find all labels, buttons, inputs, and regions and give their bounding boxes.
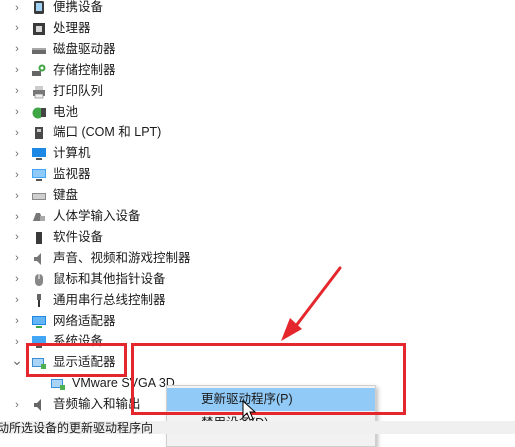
speaker-icon [31, 251, 47, 266]
device-category-item[interactable]: › 键盘 [0, 185, 515, 206]
device-label: 键盘 [53, 188, 79, 203]
chevron-right-icon[interactable]: › [12, 394, 22, 415]
device-label: 存储控制器 [53, 62, 116, 77]
device-label: 电池 [53, 104, 79, 119]
device-category-item[interactable]: › 鼠标和其他指针设备 [0, 269, 515, 290]
device-category-item[interactable]: › 计算机 [0, 143, 515, 164]
device-category-item[interactable]: › 网络适配器 [0, 311, 515, 332]
mouse-icon [31, 272, 47, 287]
chevron-right-icon[interactable]: › [12, 164, 22, 185]
device-category-item[interactable]: › 人体学输入设备 [0, 206, 515, 227]
device-label: 处理器 [53, 20, 91, 35]
device-label: 音频输入和输出 [53, 397, 141, 412]
chevron-right-icon[interactable]: › [12, 39, 22, 60]
device-label: 磁盘驱动器 [53, 41, 116, 56]
device-label: 监视器 [53, 167, 91, 182]
device-category-item[interactable]: › 磁盘驱动器 [0, 39, 515, 60]
audio-io-icon [31, 397, 47, 412]
chevron-right-icon[interactable]: › [12, 60, 22, 81]
device-label: 软件设备 [53, 229, 104, 244]
highlight-box-context-menu [131, 343, 406, 415]
chevron-right-icon[interactable]: › [12, 143, 22, 164]
processor-icon [31, 21, 47, 36]
monitor-icon [31, 167, 47, 182]
computer-icon [31, 146, 47, 161]
chevron-right-icon[interactable]: › [12, 185, 22, 206]
chevron-right-icon[interactable]: › [12, 18, 22, 39]
chevron-down-icon[interactable]: ⌄ [11, 350, 23, 371]
device-category-item[interactable]: › 电池 [0, 102, 515, 123]
chevron-right-icon[interactable]: › [12, 269, 22, 290]
status-text: 动所选设备的更新驱动程序向 [0, 421, 154, 435]
device-label: 端口 (COM 和 LPT) [53, 125, 162, 140]
device-category-item[interactable]: › 存储控制器 [0, 60, 515, 81]
software-device-icon [31, 230, 47, 245]
device-category-item[interactable]: › 端口 (COM 和 LPT) [0, 122, 515, 143]
device-label: 计算机 [53, 146, 91, 161]
device-label: 通用串行总线控制器 [53, 292, 166, 307]
keyboard-icon [31, 188, 47, 203]
chevron-right-icon[interactable]: › [12, 331, 22, 352]
device-category-item[interactable]: › 软件设备 [0, 227, 515, 248]
storage-controller-icon [31, 63, 47, 78]
device-category-item[interactable]: › 监视器 [0, 164, 515, 185]
device-category-item[interactable]: › 通用串行总线控制器 [0, 290, 515, 311]
chevron-right-icon[interactable]: › [12, 227, 22, 248]
highlight-box-display-adapter [26, 343, 127, 377]
display-adapter-icon [50, 376, 66, 391]
portable-device-icon [31, 0, 47, 15]
chevron-right-icon[interactable]: › [12, 206, 22, 227]
device-category-item[interactable]: › 便携设备 [0, 0, 515, 18]
chevron-right-icon[interactable]: › [12, 248, 22, 269]
hid-icon [31, 209, 47, 224]
chevron-right-icon[interactable]: › [12, 122, 22, 143]
device-label: 人体学输入设备 [53, 209, 141, 223]
device-category-item[interactable]: › 处理器 [0, 18, 515, 39]
device-label: 鼠标和其他指针设备 [53, 271, 166, 286]
device-category-item[interactable]: › 声音、视频和游戏控制器 [0, 248, 515, 269]
chevron-right-icon[interactable]: › [12, 290, 22, 311]
device-label: 打印队列 [53, 83, 104, 98]
printer-icon [31, 84, 47, 99]
battery-icon [31, 105, 47, 120]
chevron-right-icon[interactable]: › [12, 102, 22, 123]
usb-icon [31, 293, 47, 308]
chevron-right-icon[interactable]: › [12, 0, 22, 18]
port-icon [31, 125, 47, 140]
chevron-right-icon[interactable]: › [12, 81, 22, 102]
device-label: 声音、视频和游戏控制器 [53, 250, 191, 265]
disk-drive-icon [31, 42, 47, 57]
chevron-right-icon[interactable]: › [12, 311, 22, 332]
status-bar: 动所选设备的更新驱动程序向 [0, 421, 515, 434]
network-adapter-icon [31, 314, 47, 329]
device-category-item[interactable]: › 打印队列 [0, 81, 515, 102]
device-label: 便携设备 [53, 0, 104, 14]
device-label: 网络适配器 [53, 313, 116, 328]
